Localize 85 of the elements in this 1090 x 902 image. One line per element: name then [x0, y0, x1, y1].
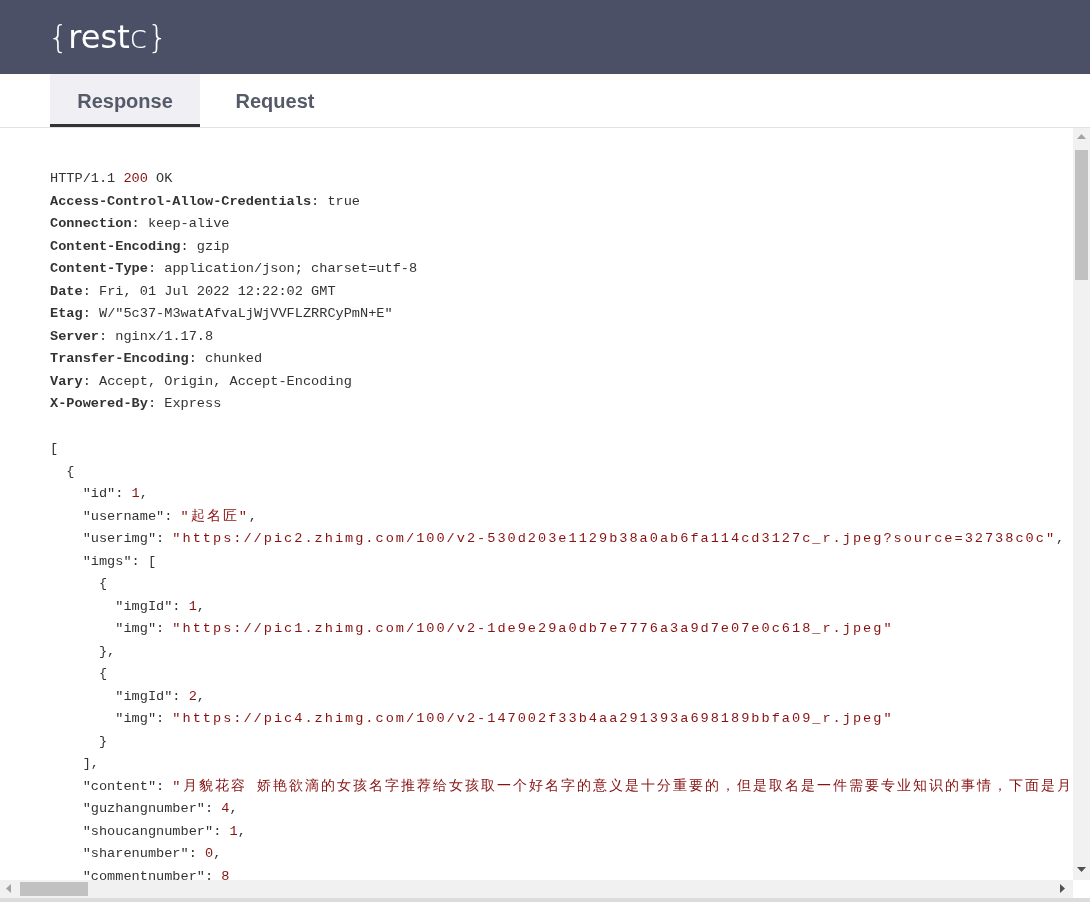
- scroll-thumb[interactable]: [20, 882, 88, 896]
- header-name: Date: [50, 282, 83, 301]
- json-bracket: {: [98, 575, 108, 593]
- header-value: keep-alive: [147, 215, 230, 233]
- json-bracket: [: [147, 552, 157, 571]
- json-number: 1: [229, 822, 238, 841]
- scroll-left-icon[interactable]: [6, 884, 11, 893]
- header-value: gzip: [196, 237, 230, 256]
- json-punctuation: ,: [139, 485, 148, 503]
- header-separator: :: [82, 372, 91, 391]
- json-string: "https://pic2.zhimg.com/100/v2-530d203e1129b38a0ab6fa114cd3127c_r.jpeg?source=32738c0c": [172, 530, 1057, 548]
- json-number: 0: [205, 845, 214, 863]
- json-punctuation: ,: [1056, 530, 1065, 548]
- json-punctuation: ,: [237, 822, 246, 841]
- scroll-up-icon[interactable]: [1077, 134, 1086, 139]
- header-separator: :: [131, 215, 140, 233]
- json-number: 1: [188, 597, 197, 616]
- json-bracket: {: [98, 665, 108, 683]
- header-name: X-Powered-By: [50, 395, 148, 413]
- json-key: "username":: [82, 505, 173, 528]
- status-code: 200: [123, 170, 148, 188]
- tab[interactable]: Request: [200, 74, 350, 127]
- status-text: OK: [156, 170, 173, 188]
- header-value: application/json; charset=utf-8: [164, 260, 418, 278]
- json-string: "https://pic1.zhimg.com/100/v2-1de9e29a0db7e7776a3a9d7e07e0c618_r.jpeg": [172, 620, 894, 638]
- json-number: 2: [188, 687, 197, 706]
- vertical-scrollbar[interactable]: [1073, 128, 1090, 880]
- header-name: Vary: [50, 372, 83, 391]
- json-key: "commentnumber":: [82, 865, 214, 880]
- json-key: "sharenumber":: [82, 843, 197, 866]
- header-value: true: [327, 192, 360, 211]
- json-key: "imgId":: [115, 595, 181, 618]
- horizontal-scrollbar[interactable]: [0, 880, 1073, 898]
- json-number: 1: [131, 485, 140, 503]
- json-bracket: }: [98, 732, 108, 751]
- json-bracket: {: [66, 462, 75, 481]
- scroll-thumb[interactable]: [1075, 150, 1088, 280]
- json-key: "userimg":: [82, 528, 165, 551]
- json-key: "id":: [82, 483, 124, 506]
- header-name: Transfer-Encoding: [50, 350, 189, 368]
- header-value: W/"5c37-M3watAfvaLjWjVVFLZRRCyPmN+E": [98, 305, 393, 323]
- header-separator: :: [82, 282, 91, 301]
- logo: {restc}: [48, 21, 168, 53]
- header-separator: :: [188, 350, 197, 368]
- json-bracket: ],: [82, 755, 99, 773]
- json-key: "imgs":: [82, 550, 140, 573]
- json-key: "shoucangnumber":: [82, 820, 222, 843]
- header-separator: :: [180, 237, 189, 256]
- header-name: Access-Control-Allow-Credentials: [50, 192, 312, 211]
- json-punctuation: ,: [248, 507, 257, 526]
- json-key: "img":: [115, 708, 165, 731]
- header-name: Etag: [50, 305, 83, 323]
- header-value: Fri, 01 Jul 2022 12:22:02 GMT: [98, 282, 336, 301]
- json-number: 8: [221, 867, 230, 880]
- json-number: 4: [221, 800, 230, 818]
- scroll-right-icon[interactable]: [1060, 884, 1065, 893]
- header-separator: :: [147, 260, 157, 278]
- json-punctuation: ,: [213, 845, 222, 863]
- header-name: Server: [50, 327, 99, 346]
- json-string: "https://pic4.zhimg.com/100/v2-147002f33b4aa291393a698189bbfa09_r.jpeg": [172, 710, 894, 728]
- json-key: "img":: [115, 618, 165, 641]
- header-separator: :: [82, 305, 91, 323]
- header-value: Express: [164, 395, 222, 413]
- header-name: Content-Type: [50, 260, 148, 278]
- json-punctuation: ,: [196, 597, 205, 616]
- header-value: nginx/1.17.8: [115, 327, 214, 346]
- json-punctuation: ,: [229, 800, 238, 818]
- header-value: chunked: [205, 350, 263, 368]
- header-name: Connection: [50, 215, 132, 233]
- header-separator: :: [147, 395, 157, 413]
- json-bracket: },: [98, 642, 116, 661]
- header-name: Content-Encoding: [50, 237, 181, 256]
- tab[interactable]: Response: [50, 74, 200, 127]
- json-string: "月貌花容 娇艳欲滴的女孩名字推荐给女孩取一个好名字的意义是十分重要的，但是取名是一件需要专业知识的事情，下面是月: [172, 777, 1073, 796]
- json-string: "起名匠": [180, 507, 249, 526]
- json-key: "guzhangnumber":: [82, 798, 214, 821]
- json-bracket: [: [50, 440, 59, 458]
- json-punctuation: ,: [196, 687, 205, 706]
- scroll-down-icon[interactable]: [1077, 867, 1086, 872]
- header-separator: :: [311, 192, 320, 211]
- json-key: "content":: [82, 775, 165, 798]
- json-key: "imgId":: [115, 685, 181, 708]
- header-value: Accept, Origin, Accept-Encoding: [98, 372, 352, 391]
- header-separator: :: [98, 327, 108, 346]
- protocol-text: HTTP/1.1: [50, 170, 116, 188]
